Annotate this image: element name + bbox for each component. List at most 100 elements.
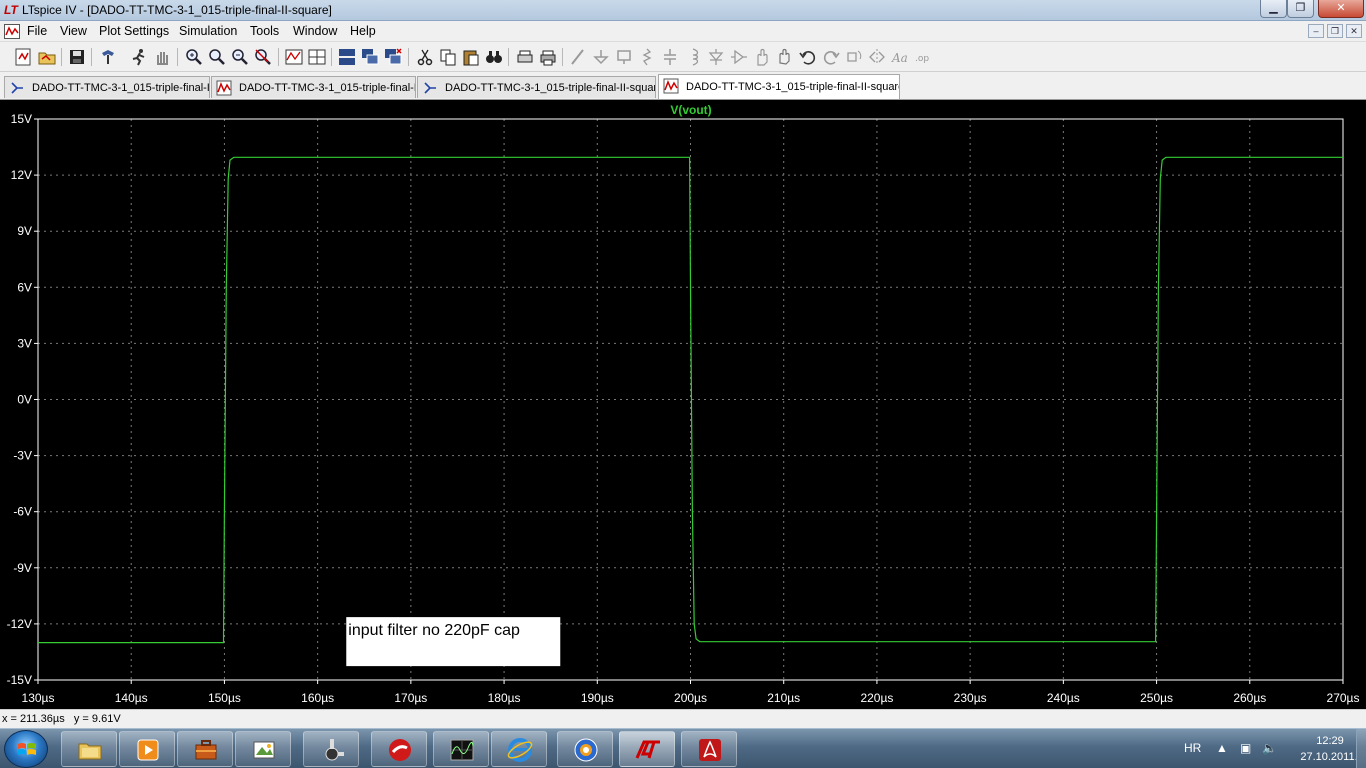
taskbar-pdf-reader[interactable] — [681, 731, 737, 767]
ground-icon[interactable] — [591, 47, 611, 67]
menu-window[interactable]: Window — [293, 24, 337, 38]
undo-icon[interactable] — [798, 47, 818, 67]
cascade-icon[interactable] — [360, 47, 380, 67]
zoom-out-icon[interactable] — [230, 47, 250, 67]
x-tick-label: 180µs — [488, 691, 521, 705]
x-tick-label: 170µs — [394, 691, 427, 705]
x-tick-label: 210µs — [767, 691, 800, 705]
tab-schematic-final-ii-square[interactable]: DADO-TT-TMC-3-1_015-triple-final-II-squa… — [417, 76, 656, 98]
mdi-minimize-button[interactable]: – — [1308, 24, 1324, 38]
taskbar-oscilloscope[interactable] — [433, 731, 489, 767]
tile-horizontal-icon[interactable] — [337, 47, 357, 67]
status-bar: x = 211.36µs y = 9.61V — [0, 709, 1366, 728]
language-indicator[interactable]: HR — [1184, 741, 1201, 755]
save-icon[interactable] — [67, 47, 87, 67]
open-icon[interactable] — [37, 47, 57, 67]
y-tick-label: -9V — [13, 561, 32, 575]
capacitor-icon[interactable] — [660, 47, 680, 67]
tab-schematic-final-ii[interactable]: DADO-TT-TMC-3-1_015-triple-final-II — [4, 76, 210, 98]
cut-icon[interactable] — [415, 47, 435, 67]
clock-time[interactable]: 12:29 — [1300, 735, 1360, 747]
show-desktop-button[interactable] — [1356, 729, 1366, 768]
resistor-icon[interactable] — [637, 47, 657, 67]
text-icon[interactable]: Aa — [890, 47, 910, 67]
tab-waveform-final-ii-square[interactable]: DADO-TT-TMC-3-1_015-triple-final-II-squa… — [658, 74, 900, 99]
menu-bar: File View Plot Settings Simulation Tools… — [0, 21, 1366, 42]
svg-text:Aa: Aa — [891, 51, 908, 65]
taskbar-tool[interactable] — [303, 731, 359, 767]
label-icon[interactable] — [614, 47, 634, 67]
media-player-icon — [137, 739, 159, 761]
show-hidden-icons-icon[interactable]: ▲ — [1216, 741, 1228, 755]
y-tick-label: -12V — [7, 617, 32, 631]
x-tick-label: 140µs — [115, 691, 148, 705]
volume-icon[interactable]: 🔈 — [1262, 741, 1277, 755]
print-icon[interactable] — [538, 47, 558, 67]
zoom-full-icon[interactable] — [207, 47, 227, 67]
new-schematic-icon[interactable] — [13, 47, 33, 67]
tab-waveform-final-ii[interactable]: DADO-TT-TMC-3-1_015-triple-final-II — [211, 76, 416, 98]
move-icon[interactable] — [752, 47, 772, 67]
start-button[interactable] — [4, 730, 48, 768]
taskbar-explorer[interactable] — [61, 731, 117, 767]
menu-help[interactable]: Help — [350, 24, 376, 38]
menu-simulation[interactable]: Simulation — [179, 24, 237, 38]
toolbar-separator — [408, 48, 409, 66]
clock-date[interactable]: 27.10.2011. — [1294, 751, 1364, 763]
spice-directive-icon[interactable]: .op — [913, 47, 933, 67]
control-panel-icon[interactable] — [98, 47, 118, 67]
copy-icon[interactable] — [438, 47, 458, 67]
minimize-button[interactable]: ▁ — [1260, 0, 1287, 18]
rotate-icon[interactable] — [844, 47, 864, 67]
taskbar-briefcase[interactable] — [177, 731, 233, 767]
menu-file[interactable]: File — [27, 24, 47, 38]
close-all-icon[interactable] — [383, 47, 403, 67]
drag-icon[interactable] — [775, 47, 795, 67]
taskbar-paint[interactable] — [235, 731, 291, 767]
window-title: LTspice IV - [DADO-TT-TMC-3-1_015-triple… — [22, 3, 332, 17]
close-button[interactable]: ✕ — [1318, 0, 1364, 18]
toolbar-separator — [331, 48, 332, 66]
taskbar-browser[interactable] — [557, 731, 613, 767]
wire-icon[interactable] — [568, 47, 588, 67]
annotation-layer: input filter no 220pF cap — [346, 617, 561, 667]
mirror-icon[interactable] — [867, 47, 887, 67]
taskbar-ltspice[interactable] — [619, 731, 675, 767]
print-setup-icon[interactable] — [515, 47, 535, 67]
find-icon[interactable] — [484, 47, 504, 67]
tab-label: DADO-TT-TMC-3-1_015-triple-final-II-squa… — [686, 81, 900, 93]
network-icon[interactable]: ▣ — [1240, 741, 1251, 755]
halt-icon[interactable] — [152, 47, 172, 67]
ltspice-logo-icon: LT — [4, 3, 18, 17]
menu-tools[interactable]: Tools — [250, 24, 279, 38]
zoom-cancel-icon[interactable] — [253, 47, 273, 67]
inductor-icon[interactable] — [683, 47, 703, 67]
zoom-in-icon[interactable] — [184, 47, 204, 67]
component-icon[interactable] — [729, 47, 749, 67]
maximize-button[interactable]: ❐ — [1287, 0, 1314, 18]
autorange-icon[interactable] — [284, 47, 304, 67]
y-tick-label: 9V — [17, 224, 32, 238]
waveform-chart[interactable]: 15V 12V 9V 6V 3V 0V -3V -6V -9V -12V -15V 130µs 140… — [0, 100, 1366, 709]
taskbar-antivirus[interactable] — [371, 731, 427, 767]
taskbar-internet-explorer[interactable] — [491, 731, 547, 767]
tab-label: DADO-TT-TMC-3-1_015-triple-final-II — [32, 82, 210, 94]
redo-icon[interactable] — [821, 47, 841, 67]
diode-icon[interactable] — [706, 47, 726, 67]
mark-ticks-icon[interactable] — [307, 47, 327, 67]
mdi-close-button[interactable]: ✕ — [1346, 24, 1362, 38]
waveform-plot-pane[interactable]: 15V 12V 9V 6V 3V 0V -3V -6V -9V -12V -15V 130µs 140… — [0, 100, 1366, 709]
schematic-icon — [424, 82, 436, 94]
menu-view[interactable]: View — [60, 24, 87, 38]
paste-icon[interactable] — [461, 47, 481, 67]
menu-plot-settings[interactable]: Plot Settings — [99, 24, 169, 38]
trace-label[interactable]: V(vout) — [670, 103, 711, 117]
tab-label: DADO-TT-TMC-3-1_015-triple-final-II — [239, 82, 416, 94]
mdi-restore-button[interactable]: ❐ — [1327, 24, 1343, 38]
run-icon[interactable] — [129, 47, 149, 67]
taskbar-media-player[interactable] — [119, 731, 175, 767]
x-tick-label: 260µs — [1233, 691, 1266, 705]
waveform-document-icon[interactable] — [4, 24, 20, 39]
y-tick-label: 15V — [11, 112, 32, 126]
y-tick-label: 3V — [17, 336, 32, 350]
